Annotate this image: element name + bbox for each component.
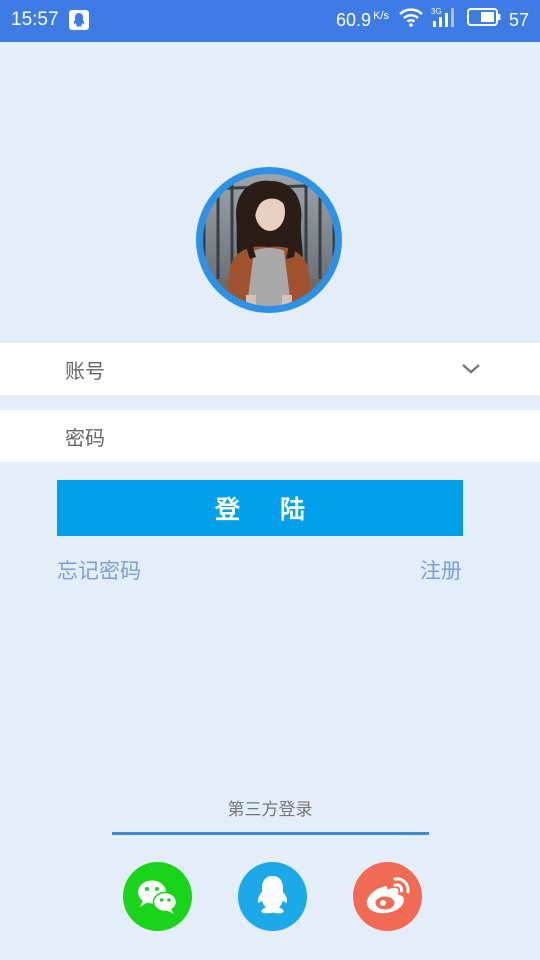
third-party-divider	[112, 832, 429, 835]
user-avatar[interactable]	[196, 167, 342, 313]
net-speed: 60.9	[336, 9, 372, 30]
qq-icon	[257, 876, 288, 914]
wechat-login-button[interactable]	[123, 862, 192, 931]
svg-text:3G: 3G	[431, 7, 442, 16]
signal-3g-icon: 3G	[431, 6, 457, 34]
chevron-down-icon[interactable]	[460, 361, 482, 377]
status-bar: 15:57 60.9 K/s 3G 57	[0, 0, 540, 42]
net-speed-unit: K/s	[373, 9, 389, 22]
login-button[interactable]: 登陆	[57, 480, 463, 536]
third-party-title: 第三方登录	[227, 800, 313, 820]
register-link[interactable]: 注册	[420, 555, 462, 585]
account-placeholder: 账号	[65, 359, 105, 383]
weibo-login-button[interactable]	[353, 862, 422, 931]
status-time: 15:57	[11, 9, 59, 30]
account-field[interactable]: 账号	[0, 343, 540, 395]
battery-level: 57	[508, 9, 529, 30]
wifi-icon	[399, 7, 423, 33]
qq-login-button[interactable]	[238, 862, 307, 931]
battery-icon	[466, 8, 501, 32]
forgot-password-link[interactable]: 忘记密码	[57, 555, 141, 585]
password-placeholder: 密码	[65, 426, 105, 450]
wechat-icon	[138, 880, 178, 914]
password-field[interactable]: 密码	[0, 410, 540, 462]
status-indicators: 60.9 K/s 3G 57	[336, 6, 529, 34]
weibo-icon	[366, 877, 410, 914]
qq-notification-icon	[69, 10, 89, 30]
